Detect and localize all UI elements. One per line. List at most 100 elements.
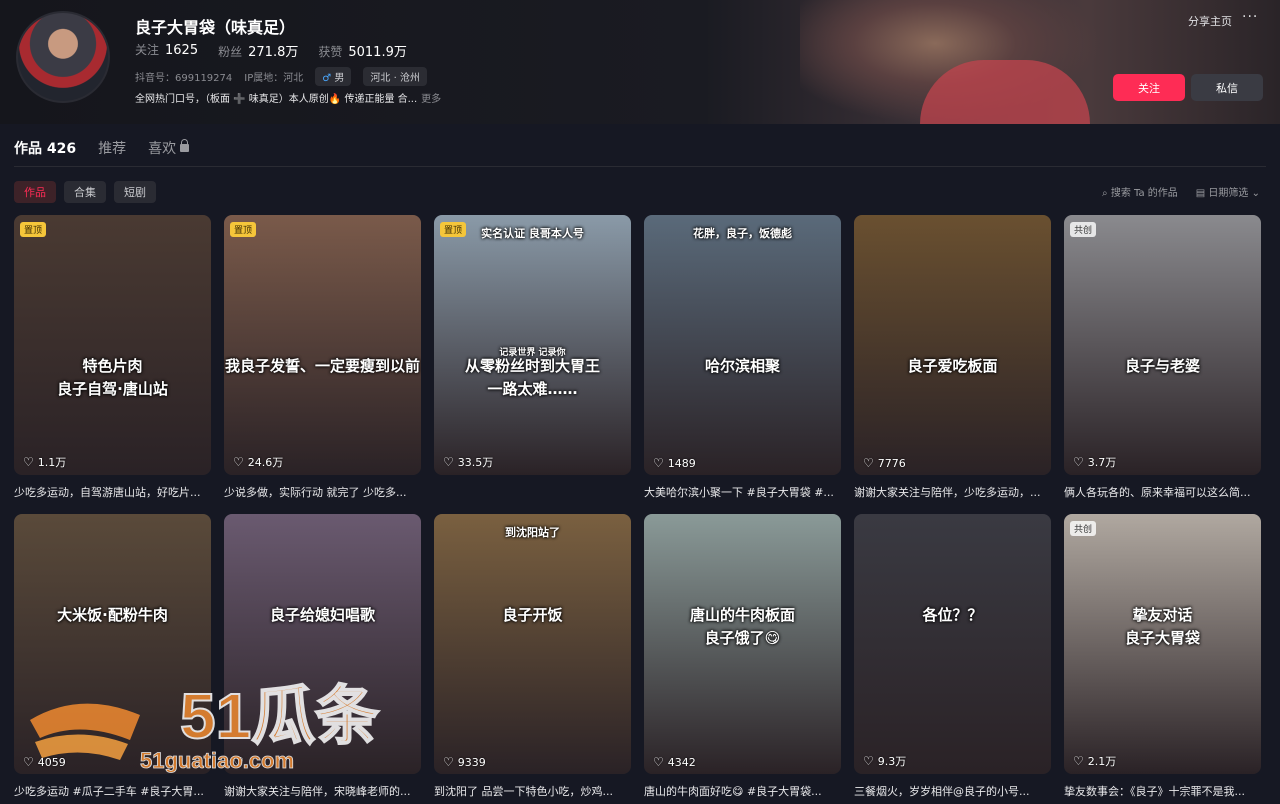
heart-icon: ♡ <box>863 754 874 768</box>
share-profile-button[interactable]: 分享主页 <box>1188 13 1232 29</box>
chevron-down-icon: ⌄ <box>1251 188 1260 199</box>
subtab-collections[interactable]: 合集 <box>64 181 106 203</box>
video-title[interactable]: 少说多做，实际行动 就完了 少吃多... <box>224 484 421 500</box>
video-title[interactable]: 谢谢大家关注与陪伴，少吃多运动，... <box>854 484 1051 500</box>
video-thumbnail[interactable]: 置顶特色片肉 良子自驾·唐山站 ♡ 1.1万 <box>14 215 211 475</box>
video-title[interactable]: 谢谢大家关注与陪伴，宋晓峰老师的... <box>224 783 421 799</box>
subtab-works[interactable]: 作品 <box>14 181 56 203</box>
heart-icon: ♡ <box>233 455 244 469</box>
video-caption: 大米饭·配粉牛肉 <box>57 606 168 624</box>
video-card[interactable]: 唐山的牛肉板面 良子饿了😋 ♡ 4342 唐山的牛肉面好吃😋 #良子大胃袋... <box>644 514 841 799</box>
message-button[interactable]: 私信 <box>1191 74 1263 101</box>
video-caption: 哈尔滨相聚 <box>704 357 780 375</box>
date-filter-button[interactable]: ▤ 日期筛选 ⌄ <box>1196 184 1260 199</box>
lock-icon <box>180 139 190 152</box>
heart-icon: ♡ <box>23 755 34 769</box>
like-count: ♡ 24.6万 <box>233 455 284 469</box>
video-thumbnail[interactable]: 各位？？ ♡ 9.3万 <box>854 514 1051 774</box>
video-grid: 置顶 特色片肉 良子自驾·唐山站 ♡ 1.1万 少吃多运动，自驾游唐山站，好吃片... 置… <box>14 215 1261 799</box>
heart-icon: ♡ <box>1073 455 1084 469</box>
stat-following[interactable]: 关注 1625 <box>135 41 198 60</box>
video-thumbnail[interactable]: 到沈阳站了良子开饭 ♡ 9339 <box>434 514 631 774</box>
heart-icon: ♡ <box>863 456 874 470</box>
video-title[interactable]: 大美哈尔滨小聚一下 #良子大胃袋 #... <box>644 484 841 500</box>
content-tabs: 作品 426 推荐 喜欢 <box>14 138 190 158</box>
like-count: ♡ 7776 <box>863 456 906 470</box>
video-top-text: 到沈阳站了 <box>505 526 560 539</box>
like-count: ♡ 9339 <box>443 755 486 769</box>
profile-header: 良子大胃袋（味真足） 关注 1625 粉丝 271.8万 获赞 5011.9万 抖音号… <box>0 0 1280 124</box>
follow-button[interactable]: 关注 <box>1113 74 1185 101</box>
video-card[interactable]: 大米饭·配粉牛肉 ♡ 4059 少吃多运动 #瓜子二手车 #良子大胃... <box>14 514 211 799</box>
video-card[interactable]: 各位？？ ♡ 9.3万三餐烟火，岁岁相伴@良子的小号... <box>854 514 1051 799</box>
tab-works[interactable]: 作品 426 <box>14 138 76 158</box>
like-count: ♡ 4342 <box>653 755 696 769</box>
video-card[interactable]: 良子爱吃板面 ♡ 7776 谢谢大家关注与陪伴，少吃多运动，... <box>854 215 1051 500</box>
video-card[interactable]: 到沈阳站了良子开饭 ♡ 9339 到沈阳了 品尝一下特色小吃，炒鸡... <box>434 514 631 799</box>
video-title[interactable]: 到沈阳了 品尝一下特色小吃，炒鸡... <box>434 783 631 799</box>
pin-badge: 置顶 <box>230 222 257 237</box>
video-title[interactable]: 少吃多运动，自驾游唐山站，好吃片... <box>14 484 211 500</box>
video-thumbnail[interactable]: 大米饭·配粉牛肉 ♡ 4059 <box>14 514 211 774</box>
video-title[interactable]: 唐山的牛肉面好吃😋 #良子大胃袋... <box>644 783 841 799</box>
video-thumbnail[interactable]: 唐山的牛肉板面 良子饿了😋 ♡ 4342 <box>644 514 841 774</box>
pin-badge: 共创 <box>1070 222 1097 237</box>
stat-followers[interactable]: 粉丝 271.8万 <box>218 41 298 60</box>
search-icon: ⌕ <box>1102 188 1108 199</box>
subtab-short-drama[interactable]: 短剧 <box>114 181 156 203</box>
heart-icon: ♡ <box>653 755 664 769</box>
like-count: ♡ 2.1万 <box>1073 754 1117 768</box>
video-card[interactable]: 良子给媳妇唱歌 ♡ 谢谢大家关注与陪伴，宋晓峰老师的... <box>224 514 421 799</box>
video-top-text: 花胖，良子，饭德彪 <box>693 227 792 240</box>
profile-bio: 全网热门口号，（板面 ➕ 味真足）本人原创🔥 传递正能量 合... 更多 <box>135 94 442 105</box>
video-card[interactable]: 共创 良子与老婆 ♡ 3.7万 俩人各玩各的、原来幸福可以这么简... <box>1064 215 1261 500</box>
pin-badge: 置顶 <box>440 222 467 237</box>
video-card[interactable]: 置顶 我良子发誓、一定要瘦到以前 ♡ 24.6万少说多做，实际行动 就完了 少吃多..… <box>224 215 421 500</box>
video-card[interactable]: 花胖，良子，饭德彪哈尔滨相聚 ♡ 1489 大美哈尔滨小聚一下 #良子大胃袋 #... <box>644 215 841 500</box>
video-title[interactable]: 挚友数事会：《良子》十宗罪不是我... <box>1064 783 1261 799</box>
video-card[interactable]: 置顶特色片肉 良子自驾·唐山站 ♡ 1.1万少吃多运动，自驾游唐山站，好吃片... <box>14 215 211 500</box>
video-caption: 良子给媳妇唱歌 <box>269 606 375 624</box>
video-title[interactable]: 俩人各玩各的、原来幸福可以这么简... <box>1064 484 1261 500</box>
profile-stats: 关注 1625 粉丝 271.8万 获赞 5011.9万 <box>135 41 407 60</box>
heart-icon: ♡ <box>653 456 664 470</box>
heart-icon: ♡ <box>233 755 244 769</box>
video-thumbnail[interactable]: 共创 良子与老婆 ♡ 3.7万 <box>1064 215 1261 475</box>
tab-recommended[interactable]: 推荐 <box>98 138 126 158</box>
calendar-icon: ▤ <box>1195 188 1206 199</box>
video-caption: 从零粉丝时到大胃王 一路太难…… <box>464 357 600 398</box>
video-title[interactable]: 少吃多运动 #瓜子二手车 #良子大胃... <box>14 783 211 799</box>
video-thumbnail[interactable]: 置顶 我良子发誓、一定要瘦到以前 ♡ 24.6万 <box>224 215 421 475</box>
video-title[interactable]: 三餐烟火，岁岁相伴@良子的小号... <box>854 783 1051 799</box>
profile-meta: 抖音号：699119274 IP属地：河北 ♂ 男 河北 · 沧州 <box>135 67 427 86</box>
like-count: ♡ 1.1万 <box>23 455 67 469</box>
video-caption: 各位？？ <box>922 606 983 624</box>
search-works-button[interactable]: ⌕ 搜索 Ta 的作品 <box>1102 184 1178 199</box>
heart-icon: ♡ <box>1073 754 1084 768</box>
video-caption: 特色片肉 良子自驾·唐山站 <box>57 357 168 398</box>
like-count: ♡ 33.5万 <box>443 455 494 469</box>
douyin-id: 抖音号：699119274 <box>135 73 233 84</box>
video-thumbnail[interactable]: 良子爱吃板面 ♡ 7776 <box>854 215 1051 475</box>
tab-likes[interactable]: 喜欢 <box>148 138 190 158</box>
video-card[interactable]: 实名认证 良哥本人号 置顶 记录世界 记录你 从零粉丝时到大胃王 一路太难…… ♡ 33.… <box>434 215 631 500</box>
video-caption: 良子与老婆 <box>1124 357 1200 375</box>
more-options-icon[interactable]: ··· <box>1242 9 1258 25</box>
avatar[interactable] <box>16 11 110 103</box>
like-count: ♡ 1489 <box>653 456 696 470</box>
video-thumbnail[interactable]: 花胖，良子，饭德彪哈尔滨相聚 ♡ 1489 <box>644 215 841 475</box>
pin-badge: 置顶 <box>20 222 47 237</box>
gender-badge: ♂ 男 <box>315 67 352 86</box>
video-caption: 良子开饭 <box>502 606 563 624</box>
like-count: ♡ 9.3万 <box>863 754 907 768</box>
profile-name: 良子大胃袋（味真足） <box>135 18 296 37</box>
bio-more-link[interactable]: 更多 <box>421 94 441 105</box>
heart-icon: ♡ <box>443 755 454 769</box>
heart-icon: ♡ <box>23 455 34 469</box>
video-card[interactable]: 共创 挚友对话 良子大胃袋 ♡ 2.1万挚友数事会：《良子》十宗罪不是我... <box>1064 514 1261 799</box>
video-thumbnail[interactable]: 实名认证 良哥本人号 置顶 记录世界 记录你 从零粉丝时到大胃王 一路太难…… ♡ 33.… <box>434 215 631 475</box>
stat-likes: 获赞 5011.9万 <box>318 45 407 60</box>
video-thumbnail[interactable]: 共创 挚友对话 良子大胃袋 ♡ 2.1万 <box>1064 514 1261 774</box>
video-thumbnail[interactable]: 良子给媳妇唱歌 ♡ <box>224 514 421 774</box>
sub-tabs: 作品 合集 短剧 <box>14 181 156 203</box>
